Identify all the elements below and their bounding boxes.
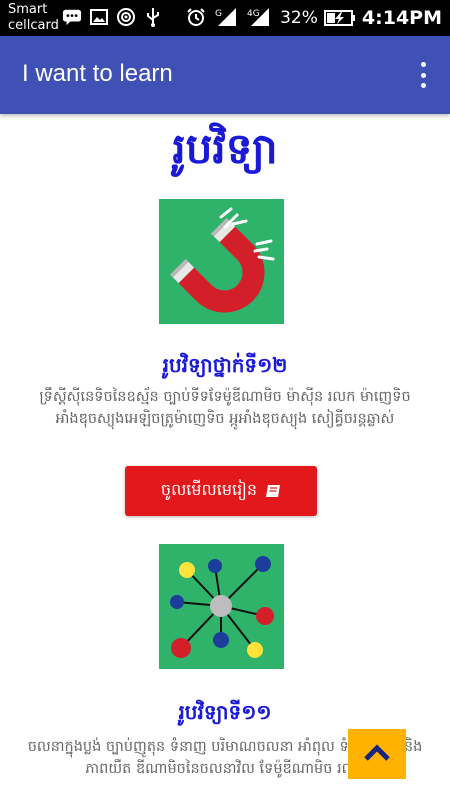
scroll-top-button[interactable] bbox=[348, 729, 406, 779]
battery-charging-icon bbox=[323, 8, 356, 28]
signal-4g-icon: 4G bbox=[246, 7, 272, 27]
svg-text:4G: 4G bbox=[247, 9, 260, 19]
magnet-icon[interactable] bbox=[159, 199, 284, 324]
read-lesson-label: ចូលមើលមេរៀន bbox=[160, 480, 258, 499]
card-title: រូបវិទ្យាទី១១ bbox=[178, 700, 272, 724]
page-title: រូបវិទ្យា bbox=[172, 124, 278, 173]
app-title: I want to learn bbox=[22, 60, 173, 87]
carrier-name: Smart cellcard bbox=[8, 2, 59, 33]
usb-icon bbox=[143, 7, 163, 27]
alarm-icon bbox=[186, 7, 206, 27]
read-lesson-button[interactable]: ចូលមើលមេរៀន bbox=[125, 466, 317, 516]
overflow-menu-icon[interactable] bbox=[418, 62, 428, 88]
signal-g-icon: G bbox=[213, 7, 239, 27]
card-title: រូបវិទ្យាថ្នាក់ទី១២ bbox=[162, 353, 288, 377]
chevron-up-icon bbox=[363, 742, 391, 766]
card-description: ទ្រឹស្ដីស៊ីនេទិចនៃឧស្ម័ន ច្បាប់ទីទទែម៉ូឌ… bbox=[39, 389, 411, 427]
svg-text:G: G bbox=[215, 9, 222, 19]
content-scroll[interactable]: រូបវិទ្យា រូបវិទ្យាថ្នាក់ទី១២ ទ្រឹស្ដីស៊… bbox=[0, 114, 450, 800]
hotspot-icon bbox=[116, 7, 136, 27]
molecule-icon[interactable] bbox=[159, 544, 284, 669]
chat-icon bbox=[62, 7, 82, 27]
app-bar: I want to learn bbox=[0, 36, 450, 114]
status-bar: Smart cellcard G 4G 32% 4:14PM bbox=[0, 0, 450, 36]
clock: 4:14PM bbox=[361, 7, 442, 29]
image-icon bbox=[89, 7, 109, 27]
battery-percent: 32% bbox=[280, 8, 318, 28]
book-icon bbox=[265, 484, 281, 498]
